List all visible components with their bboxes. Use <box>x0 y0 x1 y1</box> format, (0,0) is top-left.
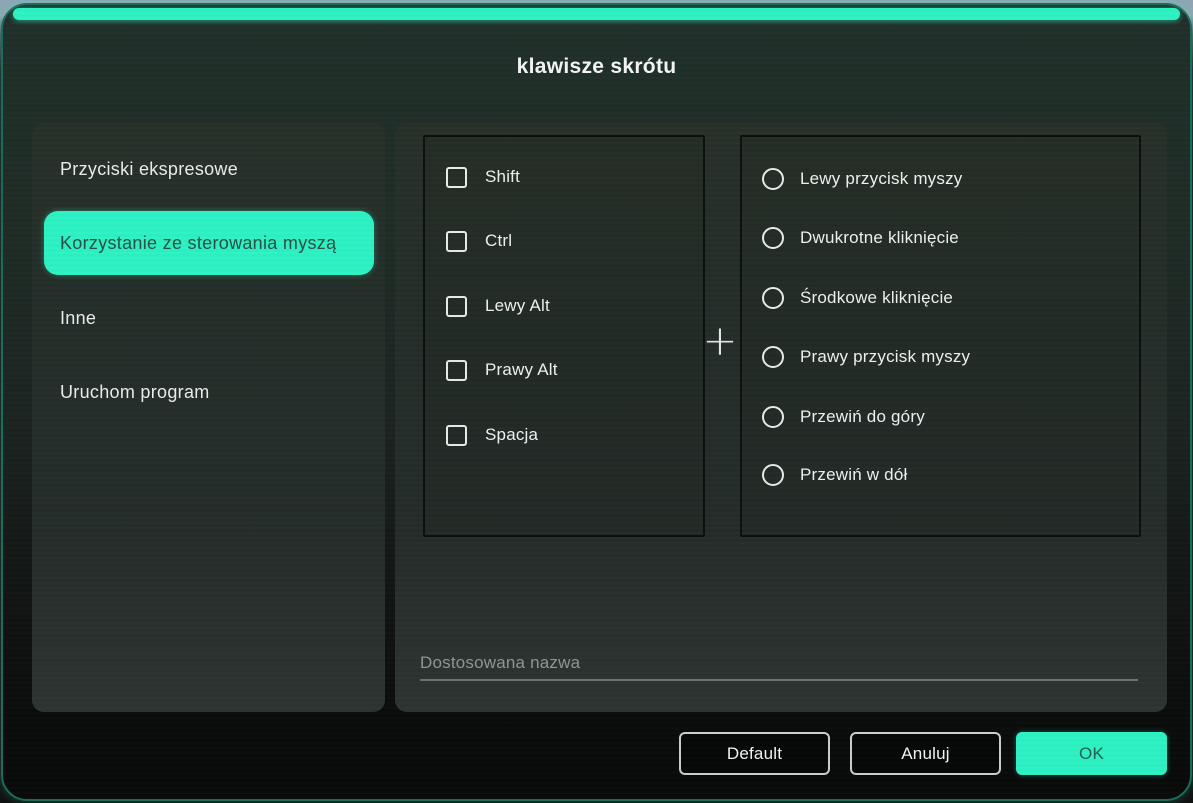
sidebar-item-uruchom-program[interactable]: Uruchom program <box>44 360 374 424</box>
mouse-action-radio-srodkowe-klikniecie[interactable] <box>762 287 784 309</box>
mouse-action-radio-row-srodkowe-klikniecie[interactable]: Środkowe kliknięcie <box>762 282 953 314</box>
modifier-checkbox-lewy-alt[interactable] <box>446 296 467 317</box>
sidebar-item-label: Uruchom program <box>60 382 210 403</box>
modifier-checkbox-label: Ctrl <box>485 231 512 251</box>
cancel-button[interactable]: Anuluj <box>850 732 1001 775</box>
mouse-action-radio-row-przewin-w-do[interactable]: Przewiń w dół <box>762 459 907 491</box>
modifier-checkbox-label: Spacja <box>485 425 538 445</box>
mouse-action-radio-label: Środkowe kliknięcie <box>800 288 953 308</box>
modifier-checkbox-spacja[interactable] <box>446 425 467 446</box>
modifier-checkbox-row-spacja[interactable]: Spacja <box>446 419 538 451</box>
sidebar-panel: Przyciski ekspresowe Korzystanie ze stero… <box>32 123 385 712</box>
modifier-checkbox-label: Shift <box>485 167 520 187</box>
ok-button[interactable]: OK <box>1016 732 1167 775</box>
modifier-checkbox-row-shift[interactable]: Shift <box>446 161 520 193</box>
dialog-title: klawisze skrótu <box>3 55 1190 79</box>
sidebar-item-label: Korzystanie ze sterowania myszą <box>60 233 336 254</box>
modifier-checkbox-row-lewy-alt[interactable]: Lewy Alt <box>446 290 550 322</box>
mouse-action-radio-dwukrotne-klikniecie[interactable] <box>762 227 784 249</box>
sidebar-item-label: Przyciski ekspresowe <box>60 159 238 180</box>
modifier-checkbox-shift[interactable] <box>446 167 467 188</box>
top-accent-bar <box>13 8 1180 20</box>
mouse-action-radio-label: Dwukrotne kliknięcie <box>800 228 959 248</box>
mouse-action-radio-prawy-przycisk-myszy[interactable] <box>762 346 784 368</box>
mouse-action-radio-przewin-w-do[interactable] <box>762 464 784 486</box>
sidebar-item-przyciski-ekspresowe[interactable]: Przyciski ekspresowe <box>44 137 374 201</box>
sidebar-item-inne[interactable]: Inne <box>44 286 374 350</box>
sidebar-item-korzystanie-ze-sterowania-mysza[interactable]: Korzystanie ze sterowania myszą <box>44 211 374 275</box>
modifier-checkbox-label: Lewy Alt <box>485 296 550 316</box>
mouse-actions-box: Lewy przycisk myszy Dwukrotne kliknięcie Ś… <box>740 135 1141 537</box>
custom-name-input[interactable] <box>420 647 1138 681</box>
shortcut-keys-dialog: klawisze skrótu Przyciski ekspresowe Korz… <box>1 3 1192 801</box>
mouse-action-radio-row-lewy-przycisk-myszy[interactable]: Lewy przycisk myszy <box>762 163 963 195</box>
modifier-checkbox-prawy-alt[interactable] <box>446 360 467 381</box>
mouse-action-radio-lewy-przycisk-myszy[interactable] <box>762 168 784 190</box>
mouse-action-radio-label: Lewy przycisk myszy <box>800 169 963 189</box>
modifier-checkbox-ctrl[interactable] <box>446 231 467 252</box>
modifier-checkbox-row-prawy-alt[interactable]: Prawy Alt <box>446 354 558 386</box>
mouse-action-radio-label: Przewiń do góry <box>800 407 925 427</box>
modifier-checkbox-row-ctrl[interactable]: Ctrl <box>446 225 512 257</box>
mouse-action-radio-row-przewin-do-gory[interactable]: Przewiń do góry <box>762 401 925 433</box>
mouse-action-radio-label: Przewiń w dół <box>800 465 907 485</box>
mouse-action-radio-przewin-do-gory[interactable] <box>762 406 784 428</box>
content-panel: Shift Ctrl Lewy Alt Prawy Alt Spacja + Lewy … <box>395 123 1167 712</box>
sidebar-item-label: Inne <box>60 308 96 329</box>
mouse-action-radio-row-dwukrotne-klikniecie[interactable]: Dwukrotne kliknięcie <box>762 222 959 254</box>
mouse-action-radio-row-prawy-przycisk-myszy[interactable]: Prawy przycisk myszy <box>762 341 970 373</box>
default-button[interactable]: Default <box>679 732 830 775</box>
modifier-checkbox-label: Prawy Alt <box>485 360 558 380</box>
mouse-action-radio-label: Prawy przycisk myszy <box>800 347 970 367</box>
modifier-keys-box: Shift Ctrl Lewy Alt Prawy Alt Spacja <box>423 135 705 537</box>
plus-combiner-icon: + <box>698 319 742 363</box>
